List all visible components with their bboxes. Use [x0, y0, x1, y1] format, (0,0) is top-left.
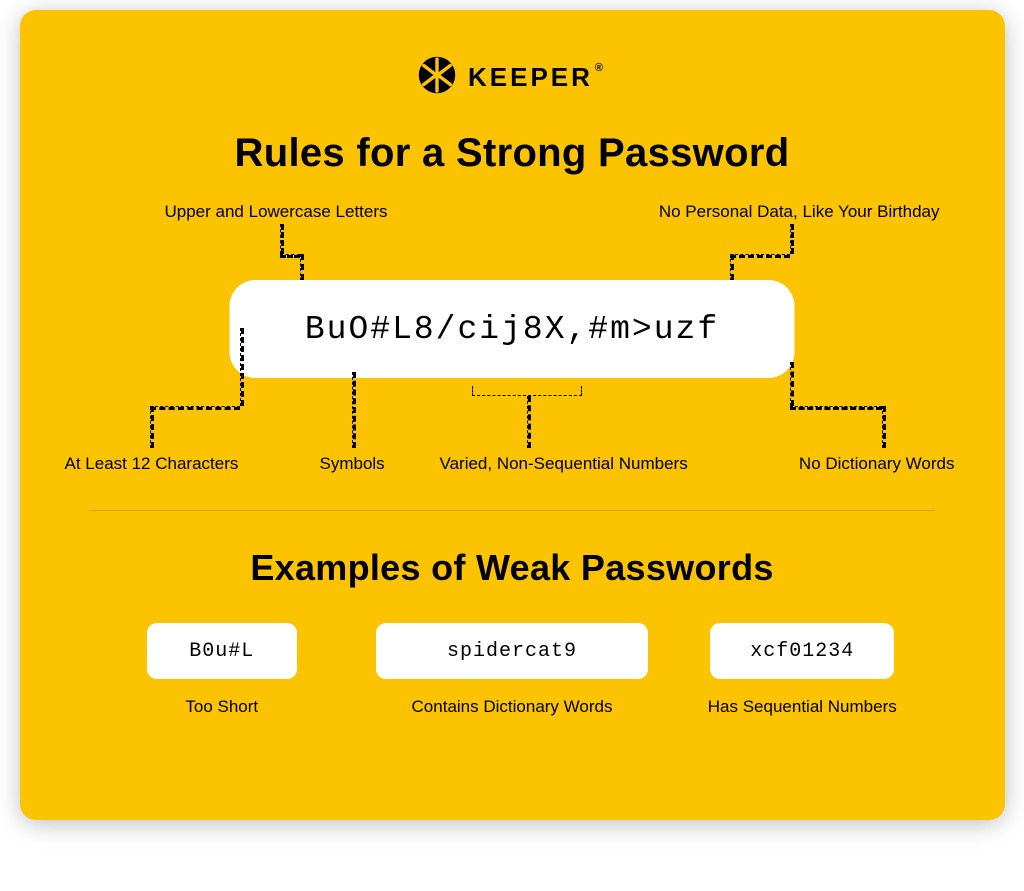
connector-line — [790, 224, 794, 254]
weak-example: B0u#L Too Short — [92, 623, 353, 717]
brand-row: KEEPER® — [90, 56, 935, 99]
weak-examples-row: B0u#L Too Short spidercat9 Contains Dict… — [90, 623, 935, 717]
info-card: KEEPER® Rules for a Strong Password Uppe… — [20, 10, 1005, 820]
brand-name: KEEPER® — [468, 62, 606, 93]
weak-password-reason: Too Short — [92, 697, 353, 717]
weak-password-reason: Contains Dictionary Words — [376, 697, 648, 717]
strong-password-diagram: Upper and Lowercase Letters No Personal … — [90, 202, 935, 482]
connector-line — [280, 224, 284, 254]
weak-example: spidercat9 Contains Dictionary Words — [376, 623, 648, 717]
connector-line — [790, 406, 882, 410]
connector-line — [790, 362, 794, 406]
section-divider — [90, 510, 935, 511]
rule-varied-numbers: Varied, Non-Sequential Numbers — [440, 454, 688, 474]
page-title: Rules for a Strong Password — [90, 131, 935, 176]
rule-no-personal-data: No Personal Data, Like Your Birthday — [659, 202, 940, 222]
rule-length: At Least 12 Characters — [65, 454, 239, 474]
connector-line — [240, 328, 244, 406]
rule-no-dictionary: No Dictionary Words — [799, 454, 955, 474]
connector-line — [882, 406, 886, 448]
rule-upper-lower: Upper and Lowercase Letters — [165, 202, 388, 222]
weak-password-value: spidercat9 — [376, 623, 648, 679]
weak-password-value: B0u#L — [147, 623, 297, 679]
strong-password-value: BuO#L8/cij8X,#m>uzf — [230, 280, 795, 378]
rule-symbols: Symbols — [320, 454, 385, 474]
connector-line — [150, 406, 240, 410]
connector-line — [527, 396, 531, 448]
weak-password-value: xcf01234 — [710, 623, 894, 679]
connector-line — [150, 406, 154, 448]
keeper-logo-icon — [418, 56, 456, 99]
connector-line — [730, 254, 790, 258]
connector-line — [352, 372, 356, 448]
connector-bracket — [472, 386, 582, 396]
weak-password-reason: Has Sequential Numbers — [672, 697, 933, 717]
weak-heading: Examples of Weak Passwords — [90, 547, 935, 589]
connector-line — [280, 254, 300, 258]
weak-example: xcf01234 Has Sequential Numbers — [672, 623, 933, 717]
